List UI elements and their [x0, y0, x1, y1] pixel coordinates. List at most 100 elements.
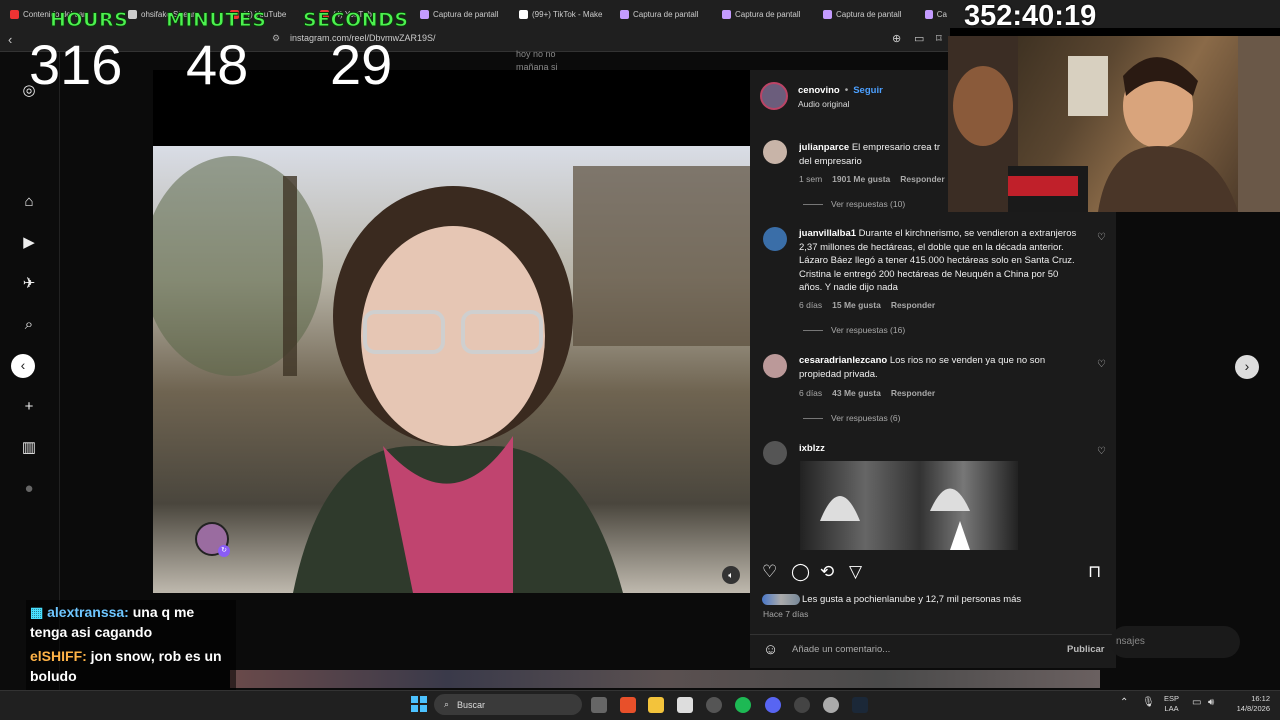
heart-icon[interactable]: ♡: [1097, 359, 1106, 370]
view-replies-button[interactable]: Ver respuestas (16): [803, 325, 905, 335]
taskbar-search[interactable]: ⌕ Buscar: [434, 694, 582, 715]
file-explorer-icon[interactable]: [648, 697, 664, 713]
browser-tab[interactable]: Ca: [925, 4, 947, 24]
search-icon[interactable]: ⌕: [20, 316, 38, 334]
heart-icon[interactable]: ♡: [1097, 232, 1106, 243]
commenter-avatar[interactable]: [763, 227, 787, 251]
address-bar: [0, 28, 950, 52]
browser-tab[interactable]: (99+) TikTok - Make: [519, 4, 607, 24]
microphone-icon[interactable]: 🎙︎: [1142, 697, 1155, 708]
brave-browser-icon[interactable]: [620, 697, 636, 713]
capcut-icon[interactable]: [677, 697, 693, 713]
clock[interactable]: 16:12 14/8/2026: [1226, 694, 1270, 714]
discord-icon[interactable]: [765, 697, 781, 713]
tray-chevron-icon[interactable]: ⌃: [1120, 697, 1128, 708]
comment-meta: 6 días 43 Me gusta Responder: [799, 388, 936, 398]
view-replies-button[interactable]: Ver respuestas (10): [803, 199, 905, 209]
post-action-bar: ♡ ◯ ⟲ ▽ ⊓: [762, 562, 1107, 584]
spotify-icon[interactable]: [735, 697, 751, 713]
stream-icon: [128, 9, 137, 19]
gif-illustration: [820, 488, 970, 550]
reels-icon[interactable]: ▶: [20, 234, 38, 252]
seconds-value: 29: [330, 33, 393, 96]
follow-button[interactable]: Seguir: [853, 85, 883, 96]
hours-value: 316: [29, 33, 123, 96]
stream-chat: ▦ alextranssa: una q me tenga asi cagand…: [26, 600, 236, 704]
comment-meta: 1 sem 1901 Me gusta Responder: [799, 174, 945, 184]
view-replies-button[interactable]: Ver respuestas (6): [803, 413, 900, 423]
browser-tab[interactable]: Captura de pantall: [823, 4, 911, 24]
youtube-icon: [10, 9, 19, 19]
chat-message: elSHIFF: jon snow, rob es un boludo: [30, 648, 222, 684]
commenter-avatar[interactable]: [763, 354, 787, 378]
speaker-icon: 🔈︎: [728, 570, 734, 580]
bookmark-icon[interactable]: ⌑: [936, 32, 942, 45]
search-icon: ⌕: [444, 699, 450, 709]
windows-taskbar: [0, 690, 1280, 720]
comment-input[interactable]: Añade un comentario...: [792, 644, 890, 655]
remix-icon: ↻: [218, 545, 230, 557]
network-icon[interactable]: ▭: [1192, 697, 1201, 708]
messages-icon[interactable]: ✈: [20, 275, 38, 293]
dashboard-icon[interactable]: ▥: [20, 439, 38, 457]
task-view-icon[interactable]: [591, 697, 607, 713]
mute-button[interactable]: 🔈︎: [722, 566, 740, 584]
liker-avatars[interactable]: [762, 594, 800, 605]
stream-uptime: 352:40:19: [964, 0, 1097, 32]
browser-tab[interactable]: Captura de pantall: [620, 4, 708, 24]
language-indicator[interactable]: ESP LAA: [1164, 694, 1179, 714]
reel-video[interactable]: [153, 146, 750, 593]
post-header: cenovino • Seguir: [798, 85, 883, 96]
browser-tab[interactable]: Captura de pantall: [420, 4, 508, 24]
webcam-illustration: [948, 36, 1280, 212]
home-icon[interactable]: ⌂: [20, 193, 38, 211]
comment-username[interactable]: ixblzz: [799, 443, 825, 454]
back-icon[interactable]: ‹: [8, 32, 12, 47]
post-author-name[interactable]: cenovino: [798, 85, 840, 96]
likes-summary[interactable]: Les gusta a pochienlanube y 12,7 mil per…: [802, 594, 1021, 605]
pen-icon: [620, 9, 629, 19]
comment: juanvillalba1 Durante el kirchnerismo, s…: [799, 228, 1077, 293]
repost-icon[interactable]: ⟲: [820, 562, 834, 582]
like-heart-icon[interactable]: ♡: [762, 562, 777, 582]
commenter-avatar[interactable]: [763, 441, 787, 465]
profile-icon[interactable]: ●: [20, 480, 38, 498]
seconds-label: SECONDS: [303, 9, 409, 32]
next-post-button[interactable]: ›: [1235, 355, 1259, 379]
chat-message: ▦ alextranssa: una q me tenga asi cagand…: [30, 604, 195, 640]
save-bookmark-icon[interactable]: ⊓: [1088, 562, 1101, 582]
volume-icon[interactable]: 🔊︎: [1208, 697, 1214, 708]
create-icon[interactable]: +: [20, 398, 38, 416]
audio-label[interactable]: Audio original: [798, 99, 850, 109]
post-date: Hace 7 días: [763, 609, 809, 619]
browser-tab[interactable]: Captura de pantall: [722, 4, 810, 24]
pen-icon: [420, 9, 429, 19]
post-author-avatar[interactable]: [760, 82, 788, 110]
pen-icon: [722, 9, 731, 19]
hours-label: HOURS: [49, 9, 129, 32]
app-icon[interactable]: [794, 697, 810, 713]
comment-icon[interactable]: ◯: [791, 562, 810, 582]
publish-button[interactable]: Publicar: [1067, 644, 1105, 655]
chevron-right-icon: ›: [1244, 358, 1250, 374]
reels-thumbnail-strip[interactable]: [230, 670, 1100, 688]
webcam-feed: [948, 36, 1280, 212]
comment-gif-image[interactable]: [800, 461, 1018, 550]
share-icon[interactable]: ▽: [849, 562, 862, 582]
chat-badge-icon: ▦: [30, 604, 44, 620]
zoom-icon[interactable]: ⊕: [892, 32, 901, 45]
previous-post-button[interactable]: ‹: [11, 354, 35, 378]
emoji-icon[interactable]: ☺: [763, 641, 778, 658]
video-frame-illustration: [153, 156, 750, 593]
skull-app-icon[interactable]: [823, 697, 839, 713]
chevron-left-icon: ‹: [20, 357, 26, 373]
messages-pill[interactable]: nsajes: [1110, 626, 1240, 658]
site-info-icon[interactable]: ⚙: [272, 33, 280, 44]
windows-start-icon[interactable]: [411, 696, 427, 712]
heart-icon[interactable]: ♡: [1097, 446, 1106, 457]
cast-icon[interactable]: ▭: [914, 32, 924, 45]
steam-icon[interactable]: [852, 697, 868, 713]
pen-icon: [925, 9, 933, 19]
obs-icon[interactable]: [706, 697, 722, 713]
commenter-avatar[interactable]: [763, 140, 787, 164]
